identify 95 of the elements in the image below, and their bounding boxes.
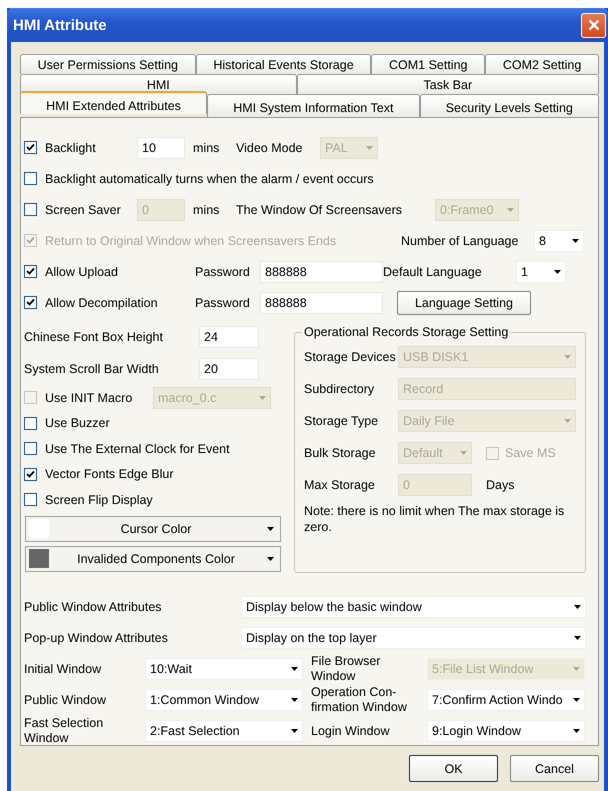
color-button[interactable]: Invalided Components Color xyxy=(25,546,281,572)
caret-icon xyxy=(366,146,373,150)
dropdown[interactable]: 1 xyxy=(516,260,566,282)
text-field[interactable]: 20 xyxy=(199,358,259,380)
caret-icon xyxy=(291,667,298,671)
caret-icon xyxy=(574,605,581,609)
tab[interactable]: HMI System Information Text xyxy=(207,94,420,117)
window-title: HMI Attribute xyxy=(13,16,107,34)
field-label: Password xyxy=(195,296,251,310)
field-label: Bulk Storage xyxy=(304,446,377,460)
checkbox-label: Save MS xyxy=(505,446,556,460)
checkbox[interactable] xyxy=(24,265,37,278)
caret-icon xyxy=(554,270,561,274)
field-label: System Scroll Bar Width xyxy=(24,362,160,376)
checkbox-label: Return to Original Window when Screensavers Ends xyxy=(45,234,338,248)
field-label: Chinese Font Box Height xyxy=(24,330,164,344)
caret-icon xyxy=(574,636,581,640)
tab[interactable]: Historical Events Storage xyxy=(196,54,372,74)
checkbox-label: Screen Flip Display xyxy=(45,492,153,507)
caret-icon xyxy=(573,729,580,733)
checkbox-label: Screen Saver xyxy=(45,202,122,216)
field-label: Initial Window xyxy=(24,662,102,676)
tab[interactable]: Security Levels Setting xyxy=(420,94,599,117)
checkbox-label: Backlight xyxy=(45,140,97,154)
caret-icon xyxy=(291,729,298,733)
caret-icon xyxy=(572,238,579,242)
unit-label: Days xyxy=(485,478,514,492)
field-label: Video Mode xyxy=(236,140,304,154)
field-label: Number of Language xyxy=(401,234,520,248)
checkbox-label: Use The External Clock for Event xyxy=(45,442,230,456)
dropdown[interactable]: 1:Common Window xyxy=(145,689,303,711)
field-label: The Window Of Screensavers xyxy=(236,202,404,216)
color-button[interactable]: Cursor Color xyxy=(25,516,281,542)
checkbox-label: Allow Upload xyxy=(45,264,119,278)
checkbox-label: Use Buzzer xyxy=(45,416,110,430)
caret-icon xyxy=(507,208,514,212)
dropdown[interactable]: Display below the basic window xyxy=(241,596,586,618)
caret-icon xyxy=(267,556,274,560)
tab[interactable]: HMI Extended Attributes xyxy=(20,91,208,114)
unit-label: mins xyxy=(192,202,220,216)
field-label: Operation Con-firmation Window xyxy=(310,685,408,715)
group-title: Operational Records Storage Setting xyxy=(303,325,510,339)
field-label: Public Window xyxy=(24,692,107,708)
caret-icon xyxy=(259,396,266,400)
cancel-button[interactable]: Cancel xyxy=(510,755,599,782)
close-button[interactable] xyxy=(581,12,606,38)
checkbox-label: Allow Decompilation xyxy=(45,296,159,310)
checkbox[interactable] xyxy=(24,493,37,506)
text-field[interactable]: 10 xyxy=(137,136,185,158)
caret-icon xyxy=(573,667,580,671)
checkbox[interactable] xyxy=(24,442,37,456)
checkbox[interactable] xyxy=(24,296,37,309)
unit-label: mins xyxy=(192,140,220,154)
field-label: Fast Selection Window xyxy=(24,716,104,746)
field-label: Storage Devices xyxy=(304,350,397,364)
field-label: Pop-up Window Attributes xyxy=(24,631,169,645)
checkbox[interactable] xyxy=(24,141,37,154)
caret-icon xyxy=(573,698,580,702)
password-field[interactable]: 888888 xyxy=(260,260,383,282)
field-label: Public Window Attributes xyxy=(24,600,163,614)
text-field[interactable]: 24 xyxy=(199,326,259,348)
checkbox[interactable] xyxy=(24,172,37,185)
checkbox-label: Vector Fonts Edge Blur xyxy=(45,467,174,482)
caret-icon xyxy=(564,419,571,423)
field-label: File Browser Window xyxy=(310,654,382,684)
caret-icon xyxy=(460,451,467,455)
ok-button[interactable]: OK xyxy=(409,755,498,782)
field-label: Default Language xyxy=(383,264,483,278)
field-label: Login Window xyxy=(310,724,391,738)
close-icon xyxy=(588,19,600,31)
tab[interactable]: HMI xyxy=(20,74,297,94)
note-text: Note: there is no limit when The max storage is zero. xyxy=(304,503,566,535)
dropdown[interactable]: 8 xyxy=(534,230,584,252)
dropdown[interactable]: 7:Confirm Action Windo xyxy=(427,689,585,711)
dropdown[interactable]: 2:Fast Selection xyxy=(145,720,303,742)
dropdown[interactable]: Display on the top layer xyxy=(241,627,586,649)
tab[interactable]: Task Bar xyxy=(296,74,599,94)
field-label: Subdirectory xyxy=(304,382,376,396)
checkbox[interactable] xyxy=(24,468,37,481)
checkbox-label: Backlight automatically turns when the alarm / event occurs xyxy=(45,172,374,186)
tab[interactable]: COM1 Setting xyxy=(371,54,486,74)
caret-icon xyxy=(291,698,298,702)
field-label: Storage Type xyxy=(304,414,380,428)
checkbox-label: Use INIT Macro xyxy=(45,390,134,405)
field-label: Password xyxy=(195,264,251,278)
field-label: Max Storage xyxy=(304,478,376,492)
dropdown[interactable]: 10:Wait xyxy=(145,658,303,680)
checkbox[interactable] xyxy=(24,416,37,430)
language-setting-button[interactable]: Language Setting xyxy=(397,290,531,314)
caret-icon xyxy=(564,355,571,359)
tab[interactable]: User Permissions Setting xyxy=(20,54,196,74)
dropdown[interactable]: 9:Login Window xyxy=(427,720,585,742)
tab[interactable]: COM2 Setting xyxy=(485,54,600,74)
password-field[interactable]: 888888 xyxy=(260,292,383,314)
caret-icon xyxy=(267,526,274,530)
